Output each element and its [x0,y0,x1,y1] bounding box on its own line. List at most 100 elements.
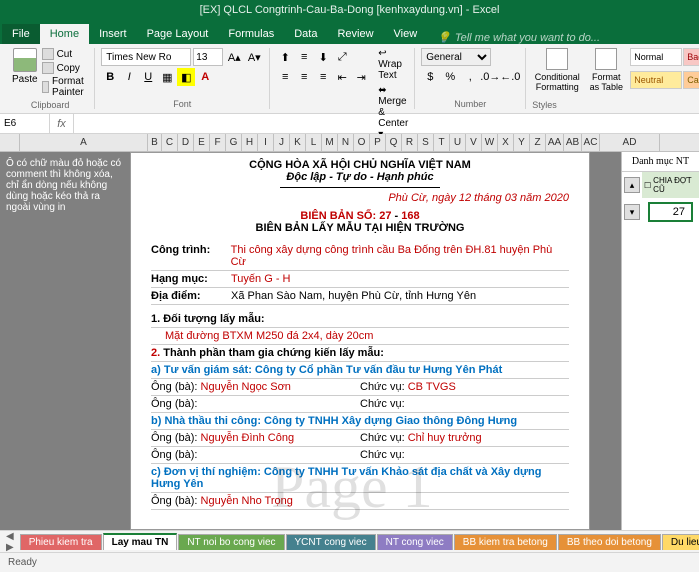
doc-title2: BIÊN BẢN LẤY MẪU TẠI HIỆN TRƯỜNG [256,222,465,234]
decrease-decimal-icon[interactable]: ←.0 [501,68,519,86]
font-color-button[interactable]: A [196,68,214,86]
sheet-tab[interactable]: YCNT cong viec [286,534,376,550]
align-top-icon[interactable]: ⬆ [276,48,294,66]
underline-button[interactable]: U [139,68,157,86]
tab-review[interactable]: Review [327,24,383,44]
indent-inc-icon[interactable]: ⇥ [352,68,370,86]
col-header[interactable]: A [20,134,148,151]
col-header[interactable]: F [210,134,226,151]
indent-dec-icon[interactable]: ⇤ [333,68,351,86]
col-header[interactable]: O [354,134,370,151]
col-header[interactable]: R [402,134,418,151]
col-header[interactable]: S [418,134,434,151]
sheet-nav[interactable]: ◀ ▶ [6,531,14,553]
col-header[interactable]: Z [530,134,546,151]
align-middle-icon[interactable]: ≡ [295,48,313,66]
col-header[interactable]: N [338,134,354,151]
spin-down-button[interactable]: ▾ [624,204,640,220]
tell-me-search[interactable]: 💡 Tell me what you want to do... [437,31,600,44]
align-center-icon[interactable]: ≡ [295,68,313,86]
paste-button[interactable]: Paste [12,48,38,98]
style-bad[interactable]: Bad [683,48,699,66]
sheet-tab[interactable]: BB kiem tra betong [454,534,557,550]
col-header[interactable]: X [498,134,514,151]
decrease-font-icon[interactable]: A▾ [245,48,263,66]
comma-icon[interactable]: , [461,68,479,86]
conditional-formatting-button[interactable]: Conditional Formatting [532,48,582,92]
chia-dot-checkbox[interactable]: ☐ CHIA ĐỢT CŨ [642,172,699,198]
sheet-tab[interactable]: Phieu kiem tra [20,534,102,550]
bold-button[interactable]: B [101,68,119,86]
note-cell[interactable]: Ô có chữ màu đỏ hoặc có comment thì khôn… [0,152,128,232]
col-header[interactable]: J [274,134,290,151]
percent-icon[interactable]: % [441,68,459,86]
col-header[interactable]: K [290,134,306,151]
cut-button[interactable]: Cut [42,48,89,60]
col-header[interactable]: I [258,134,274,151]
cell-styles-gallery[interactable]: Normal Bad Good Neutral Calculation Chec… [630,48,699,92]
style-neutral[interactable]: Neutral [630,71,682,89]
orientation-icon[interactable]: ⤢ [333,48,351,66]
copy-button[interactable]: Copy [42,62,89,74]
active-value-cell[interactable]: 27 [648,202,693,222]
col-header[interactable]: Y [514,134,530,151]
col-header[interactable]: G [226,134,242,151]
currency-icon[interactable]: $ [421,68,439,86]
col-header[interactable]: U [450,134,466,151]
col-header[interactable]: M [322,134,338,151]
sheet-tab[interactable]: NT cong viec [377,534,453,550]
increase-font-icon[interactable]: A▴ [225,48,243,66]
align-left-icon[interactable]: ≡ [276,68,294,86]
col-header[interactable]: AD [600,134,660,151]
sheet-tab[interactable]: BB theo doi betong [558,534,661,550]
sheet-tabs-bar: ◀ ▶ Phieu kiem tra Lay mau TN NT noi bo … [0,530,699,552]
style-calculation[interactable]: Calculation [683,71,699,89]
col-header[interactable]: AA [546,134,564,151]
document-page[interactable]: CỘNG HÒA XÃ HỘI CHỦ NGHĨA VIỆT NAM Độc l… [130,152,590,530]
number-format-select[interactable]: General [421,48,491,66]
col-header[interactable]: L [306,134,322,151]
tab-home[interactable]: Home [40,24,89,44]
formula-input[interactable] [74,114,699,133]
col-header[interactable]: AC [582,134,600,151]
align-bottom-icon[interactable]: ⬇ [314,48,332,66]
fx-icon[interactable]: fx [50,114,74,133]
name-box[interactable]: E6 [0,114,50,133]
col-header[interactable]: C [162,134,178,151]
col-header[interactable]: Q [386,134,402,151]
border-button[interactable]: ▦ [158,68,176,86]
col-header[interactable]: D [178,134,194,151]
sheet-tab[interactable]: Du lieu Project [662,534,699,550]
style-normal[interactable]: Normal [630,48,682,66]
select-all-corner[interactable] [0,134,20,152]
wrap-text-button[interactable]: ↩ Wrap Text [378,48,408,81]
col-header[interactable]: P [370,134,386,151]
align-right-icon[interactable]: ≡ [314,68,332,86]
format-as-table-button[interactable]: Format as Table [586,48,626,92]
col-header[interactable]: E [194,134,210,151]
tab-page-layout[interactable]: Page Layout [137,24,219,44]
tab-insert[interactable]: Insert [89,24,137,44]
col-header[interactable]: AB [564,134,582,151]
col-header[interactable]: V [466,134,482,151]
ribbon-tabs: File Home Insert Page Layout Formulas Da… [0,20,699,44]
col-header[interactable]: H [242,134,258,151]
doc-date: Phù Cừ, ngày 12 tháng 03 năm 2020 [388,192,569,204]
tab-view[interactable]: View [384,24,428,44]
tab-file[interactable]: File [2,24,40,44]
fill-color-button[interactable]: ◧ [177,68,195,86]
font-name-input[interactable] [101,48,191,66]
format-painter-button[interactable]: Format Painter [42,76,89,98]
tab-data[interactable]: Data [284,24,327,44]
column-headers[interactable]: A B C D E F G H I J K L M N O P Q R S T [20,134,699,152]
col-header[interactable]: W [482,134,498,151]
tab-formulas[interactable]: Formulas [218,24,284,44]
italic-button[interactable]: I [120,68,138,86]
font-size-input[interactable] [193,48,223,66]
spin-up-button[interactable]: ▴ [624,177,640,193]
increase-decimal-icon[interactable]: .0→ [481,68,499,86]
sheet-tab[interactable]: NT noi bo cong viec [178,534,284,550]
col-header[interactable]: B [148,134,162,151]
sheet-tab-active[interactable]: Lay mau TN [103,533,178,550]
col-header[interactable]: T [434,134,450,151]
